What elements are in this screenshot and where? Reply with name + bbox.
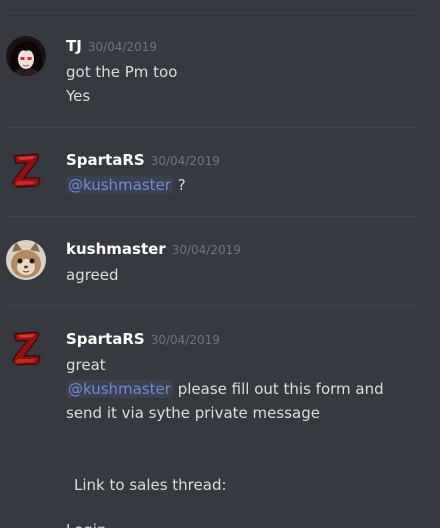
message-text-tail: ? <box>172 176 186 194</box>
message-text: Yes <box>66 87 91 105</box>
timestamp: 30/04/2019 <box>87 40 157 54</box>
message-text: great <box>66 356 106 374</box>
red-z-logo-avatar[interactable] <box>6 328 46 368</box>
timestamp: 30/04/2019 <box>171 243 241 257</box>
message-divider <box>6 127 420 128</box>
form-line-cut: Login <box>66 518 416 528</box>
username[interactable]: SpartaRS <box>66 151 145 169</box>
username[interactable]: TJ <box>66 37 82 55</box>
message-text: @kushmaster please fill out this form an… <box>66 377 416 425</box>
red-z-logo-avatar[interactable] <box>6 150 46 190</box>
user-mention[interactable]: @kushmaster <box>66 380 173 398</box>
username[interactable]: SpartaRS <box>66 330 145 348</box>
message-text: got the Pm too <box>66 63 178 81</box>
username[interactable]: kushmaster <box>66 240 166 258</box>
message-text: @kushmaster ? <box>66 173 416 197</box>
message-header: SpartaRS 30/04/2019 <box>66 151 220 169</box>
user-mention[interactable]: @kushmaster <box>66 176 173 194</box>
message-divider <box>6 305 420 306</box>
message-header: TJ 30/04/2019 <box>66 37 157 55</box>
message-header: SpartaRS 30/04/2019 <box>66 330 220 348</box>
message-divider <box>6 216 420 217</box>
timestamp: 30/04/2019 <box>150 333 220 347</box>
form-line: Link to sales thread: <box>74 476 227 494</box>
timestamp: 30/04/2019 <box>150 154 220 168</box>
anime-girl-avatar[interactable] <box>6 36 46 76</box>
message-text: agreed <box>66 266 119 284</box>
message-header: kushmaster 30/04/2019 <box>66 240 241 258</box>
chat-messages: TJ 30/04/2019 got the Pm too Yes SpartaR… <box>0 0 440 528</box>
cat-face-avatar[interactable] <box>6 240 46 280</box>
message-divider <box>6 13 420 14</box>
